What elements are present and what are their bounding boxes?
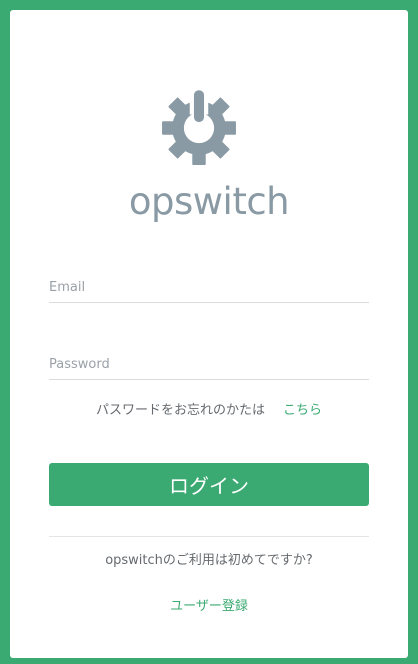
forgot-password-link[interactable]: こちら xyxy=(283,403,322,418)
email-field[interactable] xyxy=(49,272,369,303)
divider xyxy=(49,536,369,537)
logo-text: opswitch xyxy=(128,180,290,223)
forgot-password-row: パスワードをお忘れのかたは こちら xyxy=(10,401,408,421)
signup-link[interactable]: ユーザー登録 xyxy=(10,597,408,617)
password-field[interactable] xyxy=(49,349,369,380)
forgot-password-text: パスワードをお忘れのかたは xyxy=(95,403,265,418)
login-card: opswitch パスワードをお忘れのかたは こちら ログイン opswitchの… xyxy=(10,10,408,658)
login-button[interactable]: ログイン xyxy=(49,463,369,506)
power-gear-icon xyxy=(162,89,236,165)
first-time-text: opswitchのご利用は初めてですか? xyxy=(105,553,313,568)
